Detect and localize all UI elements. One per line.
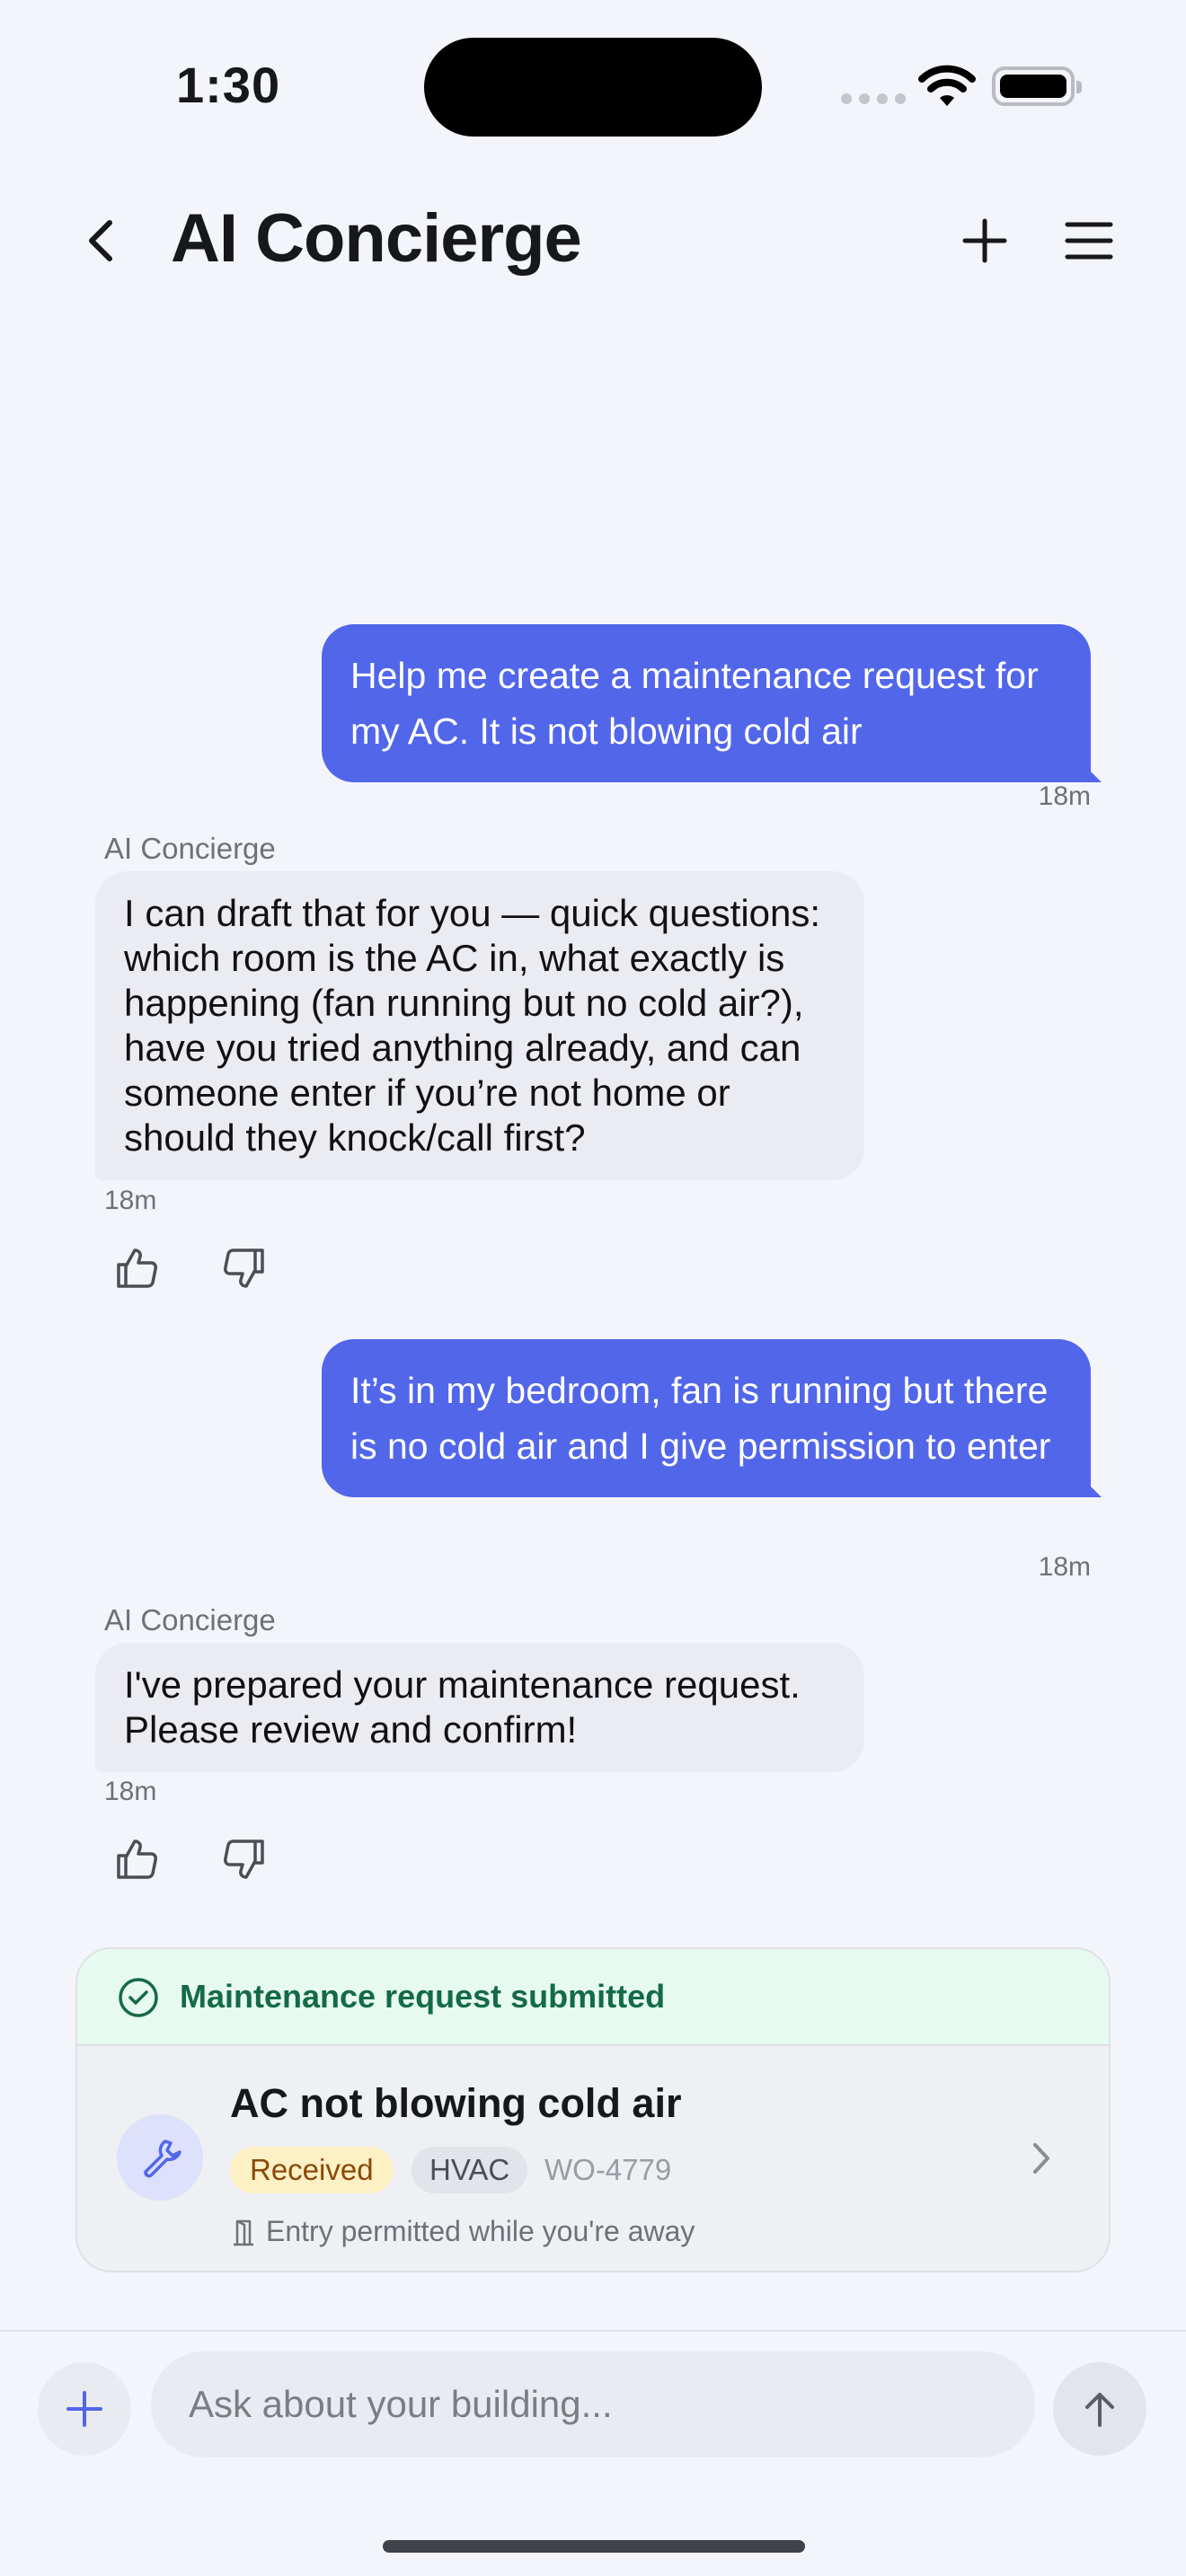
plus-icon <box>66 2391 102 2427</box>
back-chevron-icon[interactable] <box>74 212 131 269</box>
thumbs-up-icon[interactable] <box>111 1243 162 1293</box>
thumbs-up-icon[interactable] <box>111 1834 162 1884</box>
work-order-number: WO-4779 <box>544 2153 672 2186</box>
request-summary: AC not blowing cold air Received HVAC WO… <box>77 2046 1109 2271</box>
banner-label: Maintenance request submitted <box>180 1978 666 2015</box>
door-icon <box>234 2219 253 2245</box>
entry-permission-note: Entry permitted while you're away <box>230 2215 695 2248</box>
message-timestamp: 18m <box>104 1777 157 1806</box>
hamburger-menu-icon[interactable] <box>1060 212 1118 269</box>
assistant-message-bubble: I've prepared your maintenance request. … <box>95 1643 864 1772</box>
cellular-signal-icon <box>841 93 906 104</box>
entry-note-text: Entry permitted while you're away <box>266 2215 695 2247</box>
status-badge: Received <box>230 2147 394 2193</box>
thumbs-down-icon[interactable] <box>219 1243 270 1293</box>
request-title: AC not blowing cold air <box>230 2080 682 2126</box>
assistant-sender-label: AI Concierge <box>104 832 276 865</box>
nav-header: AI Concierge <box>0 180 1186 305</box>
wifi-icon <box>918 65 976 106</box>
status-time: 1:30 <box>176 57 281 113</box>
user-message-bubble: Help me create a maintenance request for… <box>322 624 1091 782</box>
new-chat-plus-icon[interactable] <box>956 212 1013 269</box>
thumbs-down-icon[interactable] <box>219 1834 270 1884</box>
arrow-up-icon <box>1085 2393 1114 2427</box>
attach-button[interactable] <box>38 2362 131 2456</box>
message-timestamp: 18m <box>1038 1552 1091 1582</box>
check-circle-icon <box>119 1978 158 2017</box>
chat-input[interactable] <box>151 2351 1035 2457</box>
composer-divider <box>0 2330 1186 2332</box>
send-button[interactable] <box>1053 2362 1146 2456</box>
wrench-icon <box>117 2114 203 2201</box>
user-message-bubble: It’s in my bedroom, fan is running but t… <box>322 1339 1091 1497</box>
assistant-sender-label: AI Concierge <box>104 1603 276 1636</box>
maintenance-request-card[interactable]: Maintenance request submitted AC not blo… <box>75 1947 1111 2272</box>
home-indicator <box>383 2540 805 2553</box>
submission-banner: Maintenance request submitted <box>77 1949 1109 2046</box>
dynamic-island <box>424 38 762 137</box>
message-timestamp: 18m <box>104 1186 157 1215</box>
chevron-right-icon[interactable] <box>1022 2138 1058 2179</box>
status-bar: 1:30 <box>0 0 1186 153</box>
category-badge: HVAC <box>412 2147 528 2193</box>
page-title: AI Concierge <box>171 200 582 277</box>
assistant-message-bubble: I can draft that for you — quick questio… <box>95 871 864 1180</box>
battery-icon <box>992 66 1082 106</box>
message-timestamp: 18m <box>1038 781 1091 811</box>
